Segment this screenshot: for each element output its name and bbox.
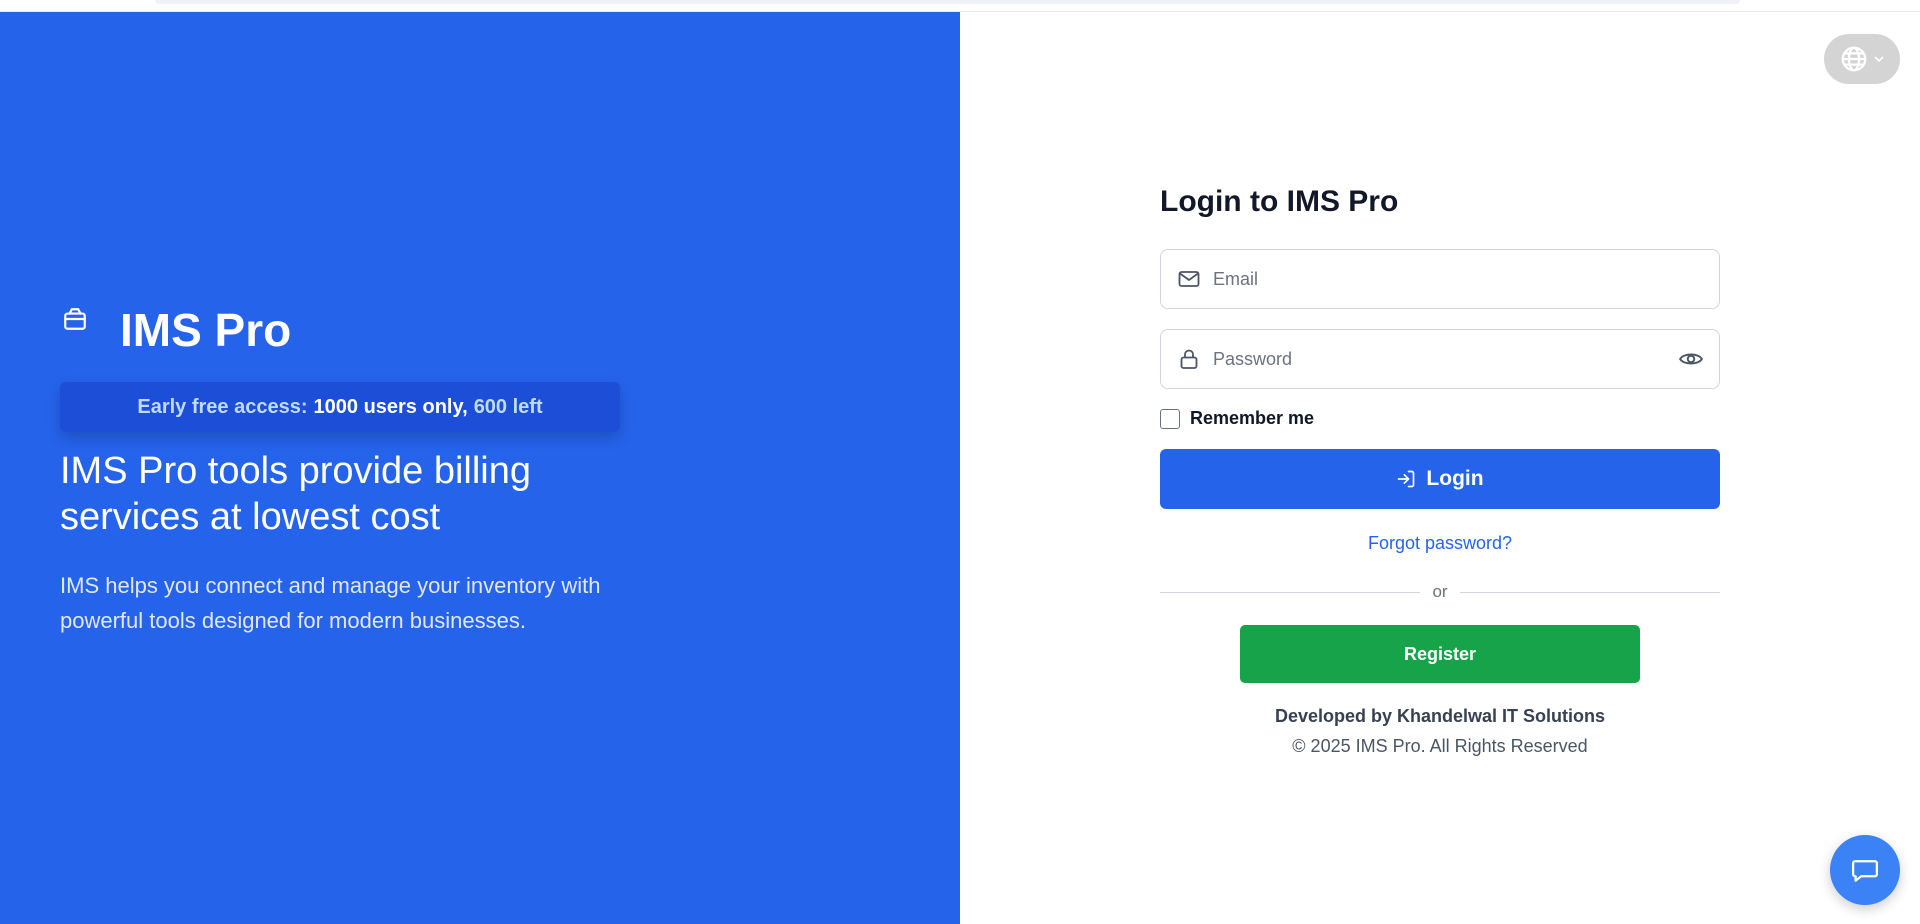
banner-prefix: Early free access: [137, 395, 308, 418]
globe-icon [1841, 46, 1867, 72]
register-button[interactable]: Register [1240, 625, 1640, 683]
or-divider: or [1160, 580, 1720, 604]
hero-panel: IMS Pro Early free access: 1000 users on… [0, 12, 960, 924]
mail-icon [1177, 267, 1201, 291]
brand-title: IMS Pro [120, 304, 292, 356]
browser-top-strip [0, 0, 1920, 12]
password-input[interactable] [1213, 330, 1677, 388]
password-field[interactable] [1160, 329, 1720, 389]
developer-credit: Developed by Khandelwal IT Solutions [1274, 706, 1606, 726]
divider-line-left [1160, 591, 1421, 593]
login-title: Login to IMS Pro [1160, 185, 1399, 218]
banner-highlight: 1000 users only, [313, 395, 468, 418]
banner-remaining: 600 left [473, 395, 543, 418]
divider-or-text: or [1432, 582, 1448, 601]
copyright-text: © 2025 IMS Pro. All Rights Reserved [1292, 736, 1588, 756]
remember-me[interactable]: Remember me [1160, 408, 1314, 429]
remember-me-label: Remember me [1190, 408, 1315, 428]
login-button-label: Login [1426, 467, 1484, 490]
forgot-password-link[interactable]: Forgot password? [1160, 533, 1720, 554]
chat-button[interactable] [1830, 835, 1900, 905]
email-field[interactable] [1160, 249, 1720, 309]
chat-icon [1852, 860, 1878, 882]
chevron-down-icon [1874, 56, 1884, 63]
login-button[interactable]: Login [1160, 449, 1720, 509]
email-input[interactable] [1213, 250, 1719, 308]
remember-me-checkbox[interactable] [1160, 408, 1180, 429]
hero-headline: IMS Pro tools provide billing services a… [60, 450, 531, 538]
hero-tagline: IMS helps you connect and manage your in… [60, 573, 601, 633]
early-access-banner: Early free access: 1000 users only, 600 … [60, 382, 620, 432]
language-selector[interactable] [1824, 34, 1900, 84]
log-in-icon [1398, 470, 1415, 488]
eye-icon[interactable] [1677, 345, 1705, 373]
lock-icon [1177, 347, 1201, 371]
address-bar-edge [155, 0, 1740, 4]
package-icon [64, 308, 86, 330]
divider-line-right [1459, 591, 1720, 593]
